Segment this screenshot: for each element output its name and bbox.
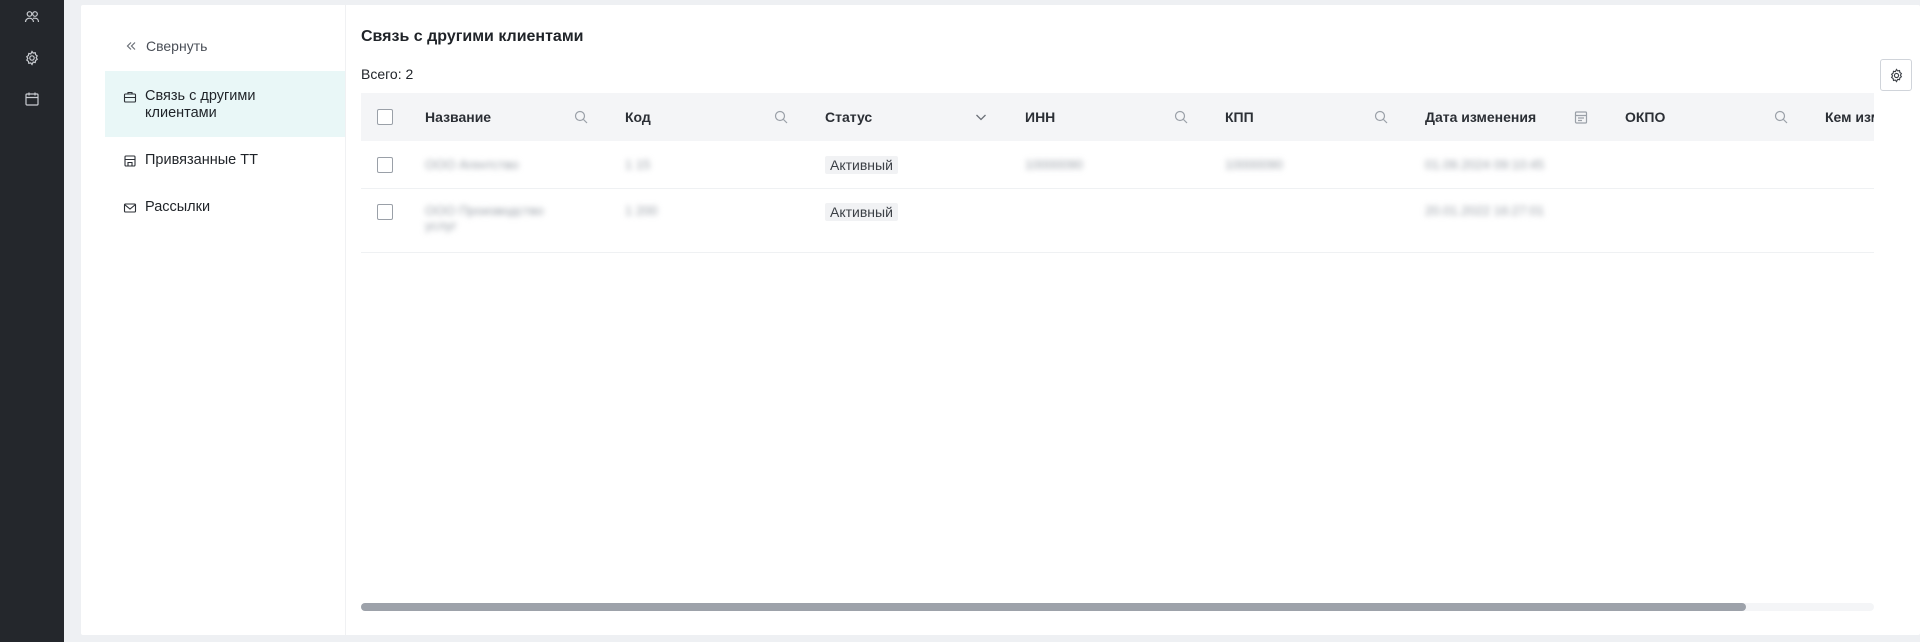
column-header-modified-date[interactable]: Дата изменения	[1409, 93, 1609, 141]
cell-okpo	[1609, 189, 1809, 252]
table-row[interactable]: ООО Производство услуг 1 200 Активный 20…	[361, 189, 1874, 253]
status-badge: Активный	[825, 155, 898, 174]
cell-code: 1 200	[625, 203, 658, 218]
briefcase-icon	[123, 91, 137, 103]
section-divider	[345, 5, 346, 635]
users-icon[interactable]	[22, 7, 42, 27]
store-icon	[124, 155, 136, 167]
cell-name: ООО Производство услуг	[425, 203, 544, 233]
calendar-icon[interactable]	[22, 89, 42, 109]
column-header-inn[interactable]: ИНН	[1009, 93, 1209, 141]
column-header-okpo[interactable]: ОКПО	[1609, 93, 1809, 141]
column-header-status[interactable]: Статус	[809, 93, 1009, 141]
nav-item-label: Привязанные ТТ	[145, 152, 258, 168]
column-header-kpp[interactable]: КПП	[1209, 93, 1409, 141]
select-all-checkbox[interactable]	[377, 109, 393, 125]
double-chevron-left-icon	[126, 42, 136, 50]
status-badge: Активный	[825, 203, 898, 221]
calendar-icon[interactable]	[1573, 109, 1589, 125]
cell-okpo	[1609, 141, 1809, 188]
cell-code: 1 15	[625, 157, 651, 172]
cell-name: ООО Агентство	[425, 157, 519, 172]
collapse-label: Свернуть	[146, 38, 208, 54]
cell-modified-by	[1809, 141, 1874, 188]
row-checkbox[interactable]	[377, 204, 393, 220]
search-icon[interactable]	[773, 109, 789, 125]
cell-inn: 10000090	[1025, 157, 1083, 172]
table-header: Название Код Статус ИНН КПП Дата изменен…	[361, 93, 1874, 141]
cell-modified-by	[1809, 189, 1874, 252]
mail-icon	[123, 203, 137, 213]
horizontal-scrollbar[interactable]	[361, 603, 1874, 611]
app-rail	[0, 0, 64, 642]
collapse-button[interactable]: Свернуть	[105, 35, 345, 57]
row-checkbox[interactable]	[377, 156, 393, 173]
column-header-name[interactable]: Название	[409, 93, 609, 141]
gear-icon	[1890, 67, 1902, 83]
search-icon[interactable]	[1173, 109, 1189, 125]
nav-item-client-links[interactable]: Связь с другими клиентами	[105, 71, 345, 137]
nav-item-label: Рассылки	[145, 199, 211, 215]
column-header-modified-by[interactable]: Кем изм	[1809, 93, 1874, 141]
main-card: Свернуть Связь с другими клиентами Привя…	[81, 5, 1920, 635]
total-count: Всего: 2	[361, 66, 414, 82]
nav-item-linked-tt[interactable]: Привязанные ТТ	[105, 137, 345, 184]
content-header: Связь с другими клиентами Всего: 2	[361, 25, 1912, 91]
search-icon[interactable]	[1373, 109, 1389, 125]
nav-item-label: Связь с другими клиентами	[145, 88, 256, 121]
scrollbar-thumb[interactable]	[361, 603, 1746, 611]
cell-date: 20.01.2022 16:27:01	[1425, 203, 1545, 218]
page-title: Связь с другими клиентами	[361, 28, 584, 45]
clients-table: Название Код Статус ИНН КПП Дата изменен…	[361, 93, 1874, 253]
search-icon[interactable]	[573, 109, 589, 125]
cell-date: 01.09.2024 09:10:45	[1425, 157, 1545, 172]
nav-item-mailings[interactable]: Рассылки	[105, 184, 345, 231]
table-row[interactable]: ООО Агентство 1 15 Активный 10000090 100…	[361, 141, 1874, 189]
column-header-code[interactable]: Код	[609, 93, 809, 141]
search-icon[interactable]	[1773, 109, 1789, 125]
section-nav: Свернуть Связь с другими клиентами Привя…	[105, 35, 345, 231]
chevron-down-icon[interactable]	[973, 109, 989, 125]
table-settings-button[interactable]	[1880, 59, 1912, 91]
gear-icon[interactable]	[22, 48, 42, 68]
cell-kpp: 10000090	[1225, 157, 1283, 172]
